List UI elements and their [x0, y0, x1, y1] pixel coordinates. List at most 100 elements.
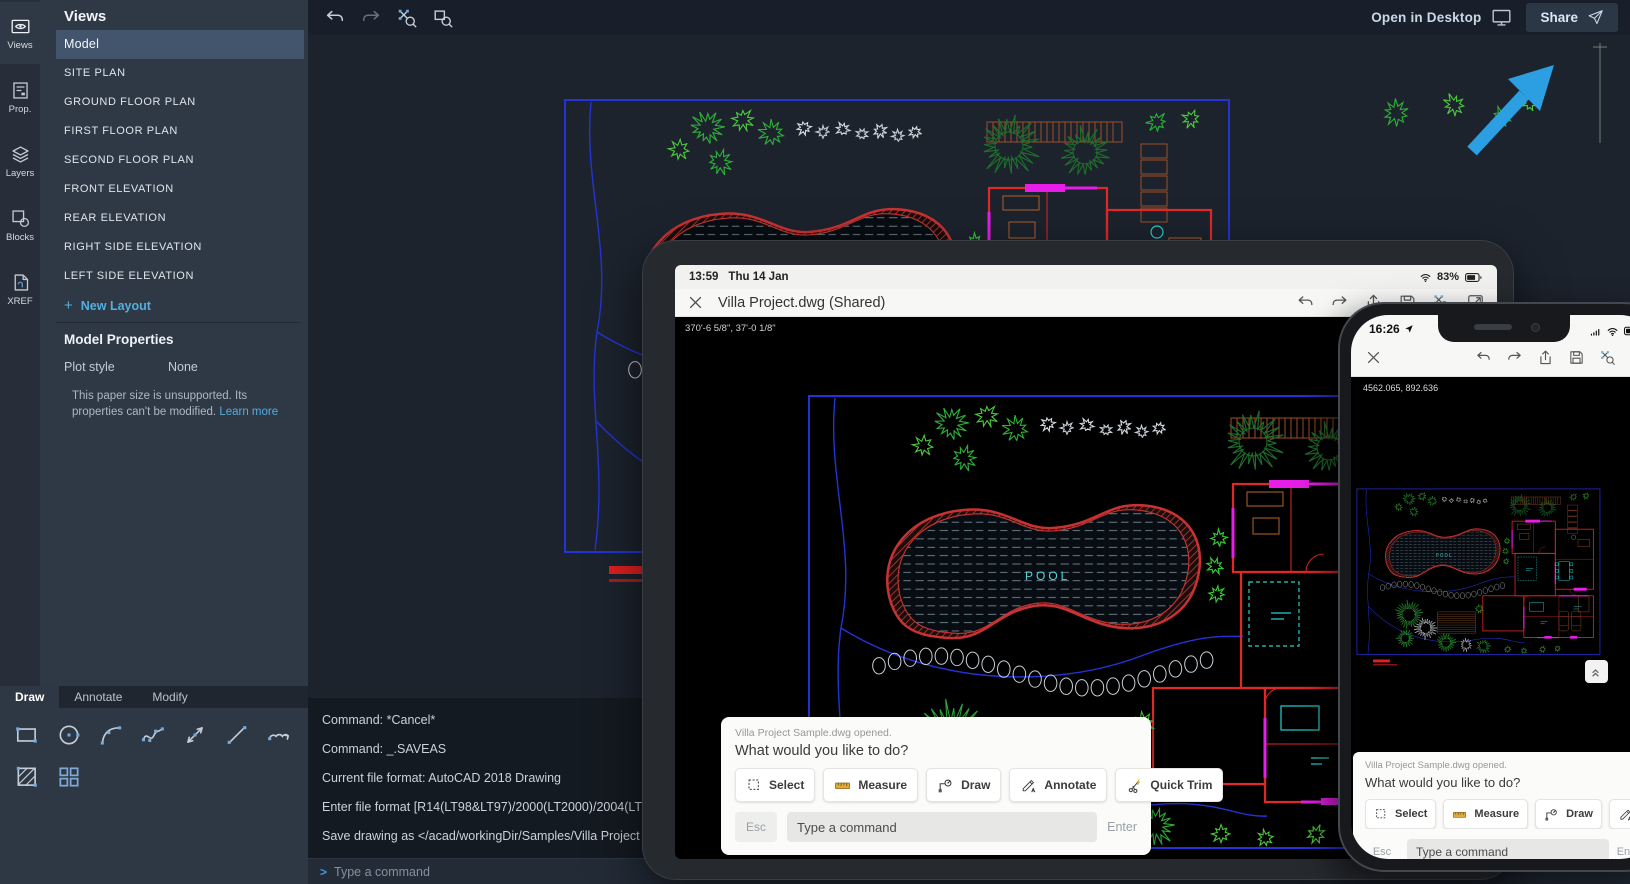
phone-status-right: [1589, 322, 1630, 340]
rail-item-layers[interactable]: Layers: [0, 130, 40, 192]
insert-block-tool-icon[interactable]: [54, 762, 84, 792]
select-icon: [746, 777, 762, 793]
draw-button[interactable]: Draw: [1535, 799, 1602, 829]
circle-tool-icon[interactable]: [54, 720, 84, 750]
tool-tabs: Draw Annotate Modify: [0, 686, 308, 708]
revision-cloud-tool-icon[interactable]: [264, 720, 294, 750]
annotate-icon: [1020, 777, 1037, 794]
phone-status-left: 16:26: [1369, 322, 1414, 336]
layout-item-left-side-elevation[interactable]: LEFT SIDE ELEVATION: [56, 262, 304, 291]
rail-item-views[interactable]: Views: [0, 2, 40, 64]
ipad-date: Thu 14 Jan: [728, 271, 788, 283]
annotate-button[interactable]: Annotate: [1609, 799, 1630, 829]
phone-screen: 16:26: [1351, 315, 1630, 859]
quick-trim-button[interactable]: Quick Trim: [1115, 768, 1223, 802]
layout-item-ground-floor-plan[interactable]: GROUND FLOOR PLAN: [56, 88, 304, 117]
undo-button[interactable]: [324, 7, 346, 29]
arc-tool-icon[interactable]: [96, 720, 126, 750]
esc-button[interactable]: Esc: [735, 812, 777, 842]
send-icon: [1587, 9, 1604, 26]
layers-icon: [10, 144, 31, 165]
location-arrow-icon: [1404, 324, 1414, 334]
share-button[interactable]: Share: [1526, 3, 1618, 32]
layout-item-right-side-elevation[interactable]: RIGHT SIDE ELEVATION: [56, 233, 304, 262]
rail-item-blocks[interactable]: Blocks: [0, 194, 40, 256]
phone-action-panel: Villa Project Sample.dwg opened. What wo…: [1353, 752, 1630, 859]
plot-style-label: Plot style: [64, 360, 115, 374]
phone-command-row: Esc Type a command Enter: [1365, 839, 1630, 859]
zoom-object-button[interactable]: [396, 7, 418, 29]
plus-icon: +: [64, 297, 73, 314]
measure-icon: [834, 777, 851, 794]
blocks-icon: [10, 208, 31, 229]
layout-item-second-floor-plan[interactable]: SECOND FLOOR PLAN: [56, 146, 304, 175]
command-placeholder: Type a command: [334, 865, 430, 879]
phone-share-up-icon[interactable]: [1537, 349, 1554, 366]
dimension-tool-icon[interactable]: [180, 720, 210, 750]
share-label: Share: [1540, 10, 1578, 25]
select-button[interactable]: Select: [1365, 799, 1436, 829]
rail-item-properties[interactable]: Prop.: [0, 66, 40, 128]
rail-item-xref[interactable]: XREF: [0, 258, 40, 320]
ipad-command-input[interactable]: Type a command: [787, 812, 1097, 842]
layout-item-front-elevation[interactable]: FRONT ELEVATION: [56, 175, 304, 204]
panel-question: What would you like to do?: [735, 743, 1137, 759]
spline-tool-icon[interactable]: [138, 720, 168, 750]
phone-coordinates: 4562.065, 892.636: [1363, 383, 1438, 393]
close-icon[interactable]: [687, 294, 704, 311]
ipad-battery-percent: 83%: [1437, 271, 1459, 283]
layout-item-site-plan[interactable]: SITE PLAN: [56, 59, 304, 88]
action-buttons: Select Measure Draw Annotate Quick Trim: [735, 768, 1137, 802]
phone-notch: [1438, 315, 1570, 342]
chevron-up-icon[interactable]: [1585, 660, 1608, 683]
rectangle-tool-icon[interactable]: [12, 720, 42, 750]
xref-icon: [10, 272, 31, 293]
signal-icon: [1589, 325, 1602, 338]
esc-button[interactable]: Esc: [1365, 839, 1399, 859]
draw-icon: [1544, 807, 1559, 822]
measure-button[interactable]: Measure: [823, 768, 918, 802]
draw-button[interactable]: Draw: [926, 768, 1001, 802]
monitor-icon: [1491, 7, 1512, 28]
hatch-tool-icon[interactable]: [12, 762, 42, 792]
redo-icon: [360, 7, 382, 29]
select-button[interactable]: Select: [735, 768, 815, 802]
layout-item-rear-elevation[interactable]: REAR ELEVATION: [56, 204, 304, 233]
measure-icon: [1452, 807, 1467, 822]
ipad-undo-icon[interactable]: [1296, 293, 1315, 312]
draw-tools-row-1: [12, 720, 294, 750]
enter-button[interactable]: Enter: [1107, 820, 1137, 834]
measure-button[interactable]: Measure: [1443, 799, 1528, 829]
tab-modify[interactable]: Modify: [137, 686, 202, 708]
layout-item-first-floor-plan[interactable]: FIRST FLOOR PLAN: [56, 117, 304, 146]
redo-button[interactable]: [360, 7, 382, 29]
ipad-redo-icon[interactable]: [1330, 293, 1349, 312]
open-in-desktop-button[interactable]: Open in Desktop: [1371, 7, 1512, 28]
phone-close-icon[interactable]: [1365, 349, 1382, 366]
phone-zoom-object-icon[interactable]: [1599, 349, 1616, 366]
blue-arrow-annotation: [1472, 65, 1554, 151]
top-toolbar: Open in Desktop Share: [308, 0, 1630, 35]
divider: [56, 322, 300, 323]
phone-redo-icon[interactable]: [1506, 349, 1523, 366]
learn-more-link[interactable]: Learn more: [219, 406, 278, 418]
layout-item-model[interactable]: Model: [56, 30, 304, 59]
annotate-icon: [1618, 807, 1630, 822]
properties-icon: [10, 80, 31, 101]
toast-message: Villa Project Sample.dwg opened.: [735, 727, 1137, 739]
zoom-window-button[interactable]: [432, 7, 454, 29]
phone-mockup: 16:26: [1338, 302, 1630, 872]
enter-button[interactable]: Enter: [1617, 846, 1630, 858]
phone-command-input[interactable]: Type a command: [1407, 839, 1609, 859]
paper-size-note: This paper size is unsupported. Its prop…: [72, 388, 286, 420]
phone-save-icon[interactable]: [1568, 349, 1585, 366]
battery-icon: [1464, 268, 1483, 287]
phone-undo-icon[interactable]: [1475, 349, 1492, 366]
annotate-button[interactable]: Annotate: [1009, 768, 1107, 802]
plot-style-value[interactable]: None: [168, 360, 198, 374]
draw-icon: [937, 777, 954, 794]
line-tool-icon[interactable]: [222, 720, 252, 750]
new-layout-button[interactable]: + New Layout: [64, 297, 151, 314]
tab-annotate[interactable]: Annotate: [59, 686, 137, 708]
tab-draw[interactable]: Draw: [0, 686, 59, 708]
